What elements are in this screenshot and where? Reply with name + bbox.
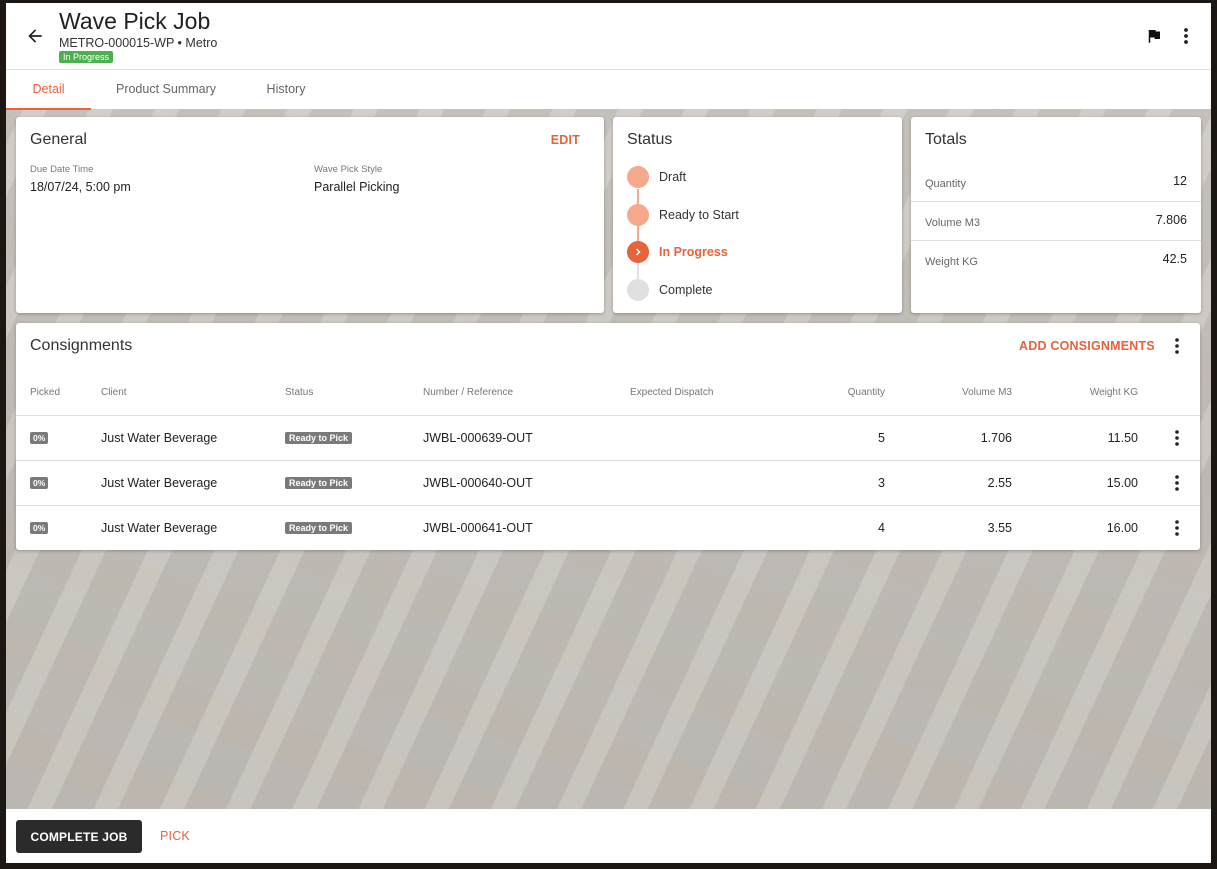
add-consignments-button[interactable]: ADD CONSIGNMENTS (1019, 339, 1155, 353)
quantity-cell: 5 (878, 431, 885, 445)
back-button[interactable] (22, 23, 48, 49)
app-window: Wave Pick Job METRO-000015-WP • Metro In… (6, 3, 1211, 863)
more-vert-icon (1175, 338, 1179, 354)
flag-button[interactable] (1145, 27, 1163, 45)
picked-percent-badge: 0% (30, 432, 49, 444)
step-done-icon (627, 204, 649, 226)
step-pending-icon (627, 279, 649, 301)
page-subtitle: METRO-000015-WP • Metro (59, 36, 218, 50)
consignments-card: Consignments ADD CONSIGNMENTS Picked Cli… (16, 323, 1200, 550)
totals-weight-row: Weight KG 42.5 (925, 252, 1187, 268)
page-header: Wave Pick Job METRO-000015-WP • Metro In… (6, 3, 1211, 69)
more-vert-icon (1184, 28, 1188, 44)
status-step-in-progress: In Progress (627, 241, 728, 263)
tab-detail[interactable]: Detail (6, 70, 91, 110)
consignments-menu-button[interactable] (1170, 337, 1184, 355)
status-step-draft: Draft (627, 166, 686, 188)
number-cell: JWBL-000640-OUT (423, 476, 533, 490)
status-badge: In Progress (59, 51, 114, 63)
general-title: General (30, 131, 87, 148)
totals-card: Totals Quantity 12 Volume M3 7.806 Weigh… (911, 117, 1201, 313)
more-vert-icon (1175, 520, 1179, 536)
column-header-quantity: Quantity (847, 387, 885, 398)
tab-product-summary[interactable]: Product Summary (101, 70, 231, 110)
client-cell: Just Water Beverage (101, 521, 218, 535)
status-badge: Ready to Pick (285, 432, 353, 444)
page-title: Wave Pick Job (59, 8, 211, 34)
volume-cell: 1.706 (980, 431, 1012, 445)
column-header-client: Client (101, 387, 127, 398)
row-menu-button[interactable] (1170, 519, 1184, 537)
weight-cell: 15.00 (1106, 476, 1138, 490)
table-row[interactable]: 0% Just Water Beverage Ready to Pick JWB… (16, 505, 1200, 550)
column-header-number: Number / Reference (423, 387, 514, 398)
client-cell: Just Water Beverage (101, 431, 218, 445)
weight-cell: 11.50 (1107, 431, 1138, 445)
column-header-picked: Picked (30, 387, 61, 398)
status-step-complete: Complete (627, 279, 713, 301)
due-date-label: Due Date Time (30, 164, 94, 175)
column-header-weight: Weight KG (1089, 387, 1138, 398)
row-menu-button[interactable] (1170, 474, 1184, 492)
totals-volume-row: Volume M3 7.806 (911, 202, 1201, 241)
general-card: General EDIT Due Date Time 18/07/24, 5:0… (16, 117, 604, 313)
picked-percent-badge: 0% (30, 522, 49, 534)
totals-title: Totals (925, 131, 967, 148)
column-header-status: Status (285, 387, 314, 398)
consignments-title: Consignments (30, 337, 133, 354)
edit-button[interactable]: EDIT (551, 133, 580, 147)
wave-pick-style-label: Wave Pick Style (314, 164, 383, 175)
table-row[interactable]: 0% Just Water Beverage Ready to Pick JWB… (16, 415, 1200, 460)
column-header-expected-dispatch: Expected Dispatch (630, 387, 714, 398)
pick-button[interactable]: PICK (160, 829, 190, 843)
table-row[interactable]: 0% Just Water Beverage Ready to Pick JWB… (16, 460, 1200, 505)
weight-cell: 16.00 (1106, 521, 1138, 535)
row-menu-button[interactable] (1170, 429, 1184, 447)
tab-bar: Detail Product Summary History (6, 69, 1211, 110)
status-step-ready-to-start: Ready to Start (627, 204, 739, 226)
quantity-cell: 4 (878, 521, 885, 535)
tab-history[interactable]: History (251, 70, 321, 110)
wave-pick-style-value: Parallel Picking (314, 180, 400, 194)
volume-cell: 3.55 (987, 521, 1012, 535)
action-footer: COMPLETE JOB PICK (6, 809, 1211, 863)
number-cell: JWBL-000639-OUT (423, 431, 533, 445)
arrow-left-icon (28, 29, 42, 43)
number-cell: JWBL-000641-OUT (423, 521, 533, 535)
totals-quantity-row: Quantity 12 (911, 163, 1201, 202)
status-badge: Ready to Pick (285, 522, 353, 534)
volume-cell: 2.55 (987, 476, 1012, 490)
client-cell: Just Water Beverage (101, 476, 218, 490)
more-vert-icon (1175, 475, 1179, 491)
due-date-value: 18/07/24, 5:00 pm (30, 180, 131, 194)
status-title: Status (627, 131, 673, 148)
quantity-cell: 3 (878, 476, 885, 490)
status-card: Status Draft Ready to Start In Progress … (613, 117, 902, 313)
status-badge: Ready to Pick (285, 477, 353, 489)
complete-job-button[interactable]: COMPLETE JOB (16, 820, 142, 853)
flag-icon (1148, 30, 1160, 43)
step-done-icon (627, 166, 649, 188)
more-vert-icon (1175, 430, 1179, 446)
more-options-button[interactable] (1178, 27, 1194, 45)
picked-percent-badge: 0% (30, 477, 49, 489)
chevron-right-icon (627, 241, 649, 263)
column-header-volume: Volume M3 (961, 387, 1012, 398)
